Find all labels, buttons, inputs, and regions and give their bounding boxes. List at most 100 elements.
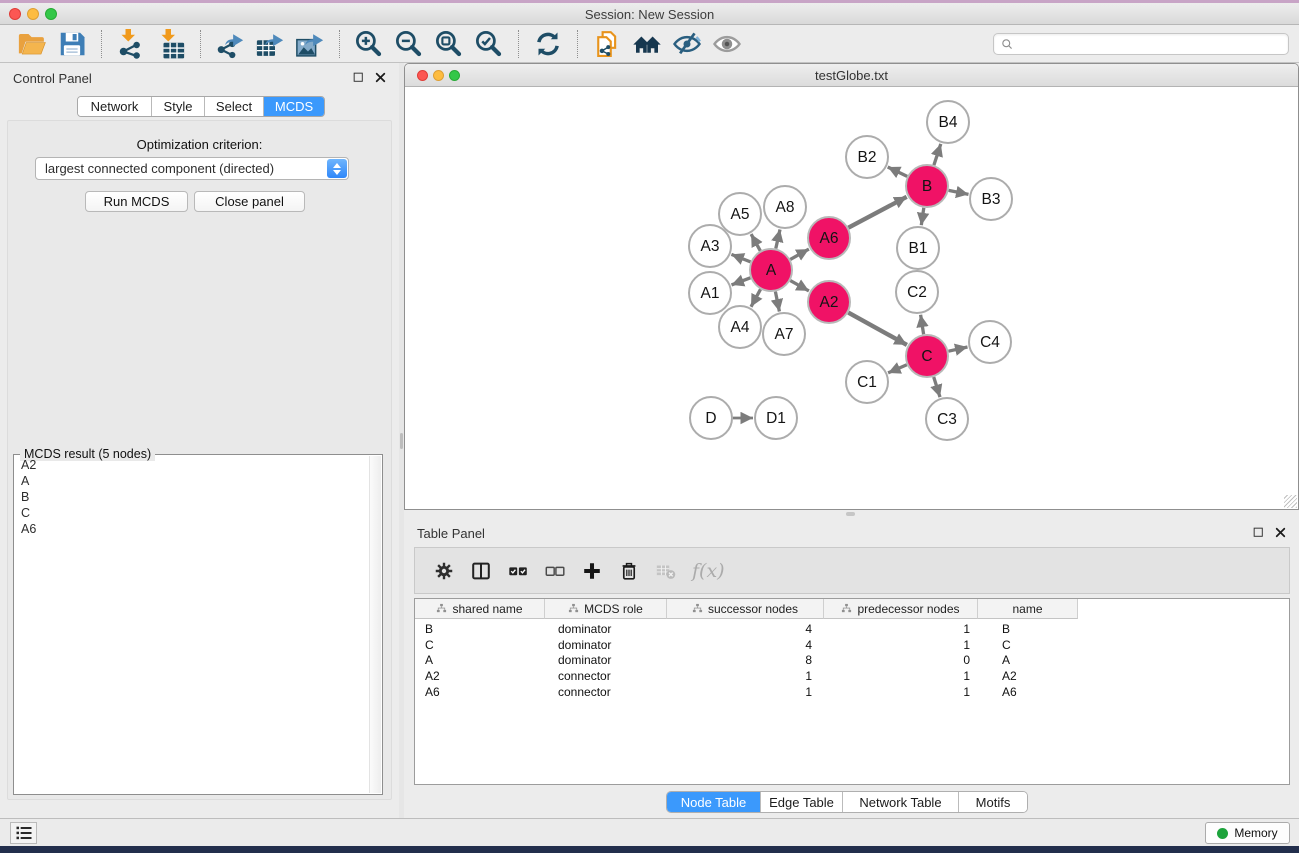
resize-grip-icon[interactable]	[1284, 495, 1297, 508]
delete-column-button[interactable]	[614, 556, 644, 586]
edge-A-A8[interactable]	[776, 230, 780, 249]
cell[interactable]: 1	[824, 637, 978, 653]
cell[interactable]: 4	[667, 621, 824, 637]
add-column-button[interactable]	[577, 556, 607, 586]
network-window-titlebar[interactable]: testGlobe.txt	[405, 64, 1298, 87]
column-header-name[interactable]: name	[978, 599, 1078, 619]
edge-A-A7[interactable]	[775, 292, 779, 312]
result-item[interactable]: B	[15, 489, 368, 505]
tab-mcds[interactable]: MCDS	[264, 97, 324, 116]
run-mcds-button[interactable]: Run MCDS	[85, 191, 188, 212]
column-header-shared-name[interactable]: shared name	[415, 599, 545, 619]
node-B[interactable]: B	[906, 165, 948, 207]
settings-button[interactable]	[429, 556, 459, 586]
table-row[interactable]: Cdominator41C	[415, 637, 1289, 653]
close-panel-icon[interactable]	[1274, 526, 1287, 539]
node-B4[interactable]: B4	[927, 101, 969, 143]
table-row[interactable]: A2connector11A2	[415, 668, 1289, 684]
export-table-button[interactable]	[254, 28, 286, 60]
result-item[interactable]: A	[15, 473, 368, 489]
result-scrollbar[interactable]	[369, 456, 381, 793]
result-item[interactable]: A2	[15, 457, 368, 473]
cell[interactable]: B	[415, 621, 545, 637]
select-all-button[interactable]	[503, 556, 533, 586]
edge-B-B4[interactable]	[934, 144, 941, 165]
close-panel-icon[interactable]	[374, 71, 387, 84]
node-A5[interactable]: A5	[719, 193, 761, 235]
node-C2[interactable]: C2	[896, 271, 938, 313]
table-row[interactable]: Adominator80A	[415, 653, 1289, 669]
zoom-fit-button[interactable]	[433, 28, 465, 60]
node-A3[interactable]: A3	[689, 225, 731, 267]
node-A4[interactable]: A4	[719, 306, 761, 348]
tab-network[interactable]: Network	[78, 97, 152, 116]
zoom-selected-button[interactable]	[473, 28, 505, 60]
tab-select[interactable]: Select	[205, 97, 264, 116]
cell[interactable]: 1	[824, 621, 978, 637]
edge-B-B3[interactable]	[949, 190, 969, 194]
node-A1[interactable]: A1	[689, 272, 731, 314]
import-table-button[interactable]	[155, 28, 187, 60]
horizontal-splitter[interactable]	[404, 510, 1299, 518]
node-C3[interactable]: C3	[926, 398, 968, 440]
export-network-button[interactable]	[214, 28, 246, 60]
edge-C-C4[interactable]	[949, 347, 968, 351]
node-A[interactable]: A	[750, 249, 792, 291]
zoom-out-button[interactable]	[393, 28, 425, 60]
edge-C-C1[interactable]	[888, 365, 907, 373]
cell[interactable]: 1	[667, 684, 824, 700]
edge-C-C3[interactable]	[934, 377, 940, 397]
export-image-button[interactable]	[294, 28, 326, 60]
cell[interactable]: B	[978, 621, 1078, 637]
column-header-predecessor-nodes[interactable]: predecessor nodes	[824, 599, 978, 619]
cell[interactable]: 1	[824, 668, 978, 684]
column-header-MCDS-role[interactable]: MCDS role	[545, 599, 667, 619]
zoom-in-button[interactable]	[353, 28, 385, 60]
deselect-all-button[interactable]	[540, 556, 570, 586]
splitter-grip[interactable]	[400, 433, 403, 449]
tab-node-table[interactable]: Node Table	[667, 792, 761, 812]
cell[interactable]: 0	[824, 653, 978, 669]
cell[interactable]: connector	[545, 684, 667, 700]
cell[interactable]: 8	[667, 653, 824, 669]
cell[interactable]: C	[978, 637, 1078, 653]
edge-B-B1[interactable]	[921, 208, 924, 225]
splitter-grip[interactable]	[846, 512, 855, 516]
import-network-button[interactable]	[115, 28, 147, 60]
cell[interactable]: A2	[415, 668, 545, 684]
float-panel-icon[interactable]	[1252, 526, 1265, 539]
table-row[interactable]: A6connector11A6	[415, 684, 1289, 700]
panel-list-button[interactable]	[10, 822, 37, 844]
tab-style[interactable]: Style	[152, 97, 205, 116]
result-item[interactable]: A6	[15, 521, 368, 537]
edge-A-A4[interactable]	[751, 289, 761, 307]
cell[interactable]: 4	[667, 637, 824, 653]
node-C[interactable]: C	[906, 335, 948, 377]
node-C1[interactable]: C1	[846, 361, 888, 403]
search-field[interactable]	[1019, 37, 1282, 51]
hide-panel-button[interactable]	[671, 28, 703, 60]
node-D1[interactable]: D1	[755, 397, 797, 439]
table-row[interactable]: Bdominator41B	[415, 621, 1289, 637]
cell[interactable]: A	[978, 653, 1078, 669]
cell[interactable]: dominator	[545, 637, 667, 653]
cell[interactable]: A6	[415, 684, 545, 700]
show-panel-button[interactable]	[711, 28, 743, 60]
cell[interactable]: A	[415, 653, 545, 669]
node-D[interactable]: D	[690, 397, 732, 439]
node-B3[interactable]: B3	[970, 178, 1012, 220]
edge-A-A5[interactable]	[751, 234, 760, 251]
edge-A-A6[interactable]	[790, 249, 809, 259]
cell[interactable]: 1	[824, 684, 978, 700]
column-header-successor-nodes[interactable]: successor nodes	[667, 599, 824, 619]
result-item[interactable]: C	[15, 505, 368, 521]
close-panel-button[interactable]: Close panel	[194, 191, 305, 212]
node-B2[interactable]: B2	[846, 136, 888, 178]
cell[interactable]: dominator	[545, 653, 667, 669]
edge-C-C2[interactable]	[921, 315, 924, 335]
network-graph[interactable]: B4B2BB3A8A5A6A3B1AC2A1A2A4A7C4CC1DD1C3	[405, 88, 1298, 509]
float-panel-icon[interactable]	[352, 71, 365, 84]
cell[interactable]: dominator	[545, 621, 667, 637]
cell[interactable]: C	[415, 637, 545, 653]
tab-network-table[interactable]: Network Table	[843, 792, 959, 812]
